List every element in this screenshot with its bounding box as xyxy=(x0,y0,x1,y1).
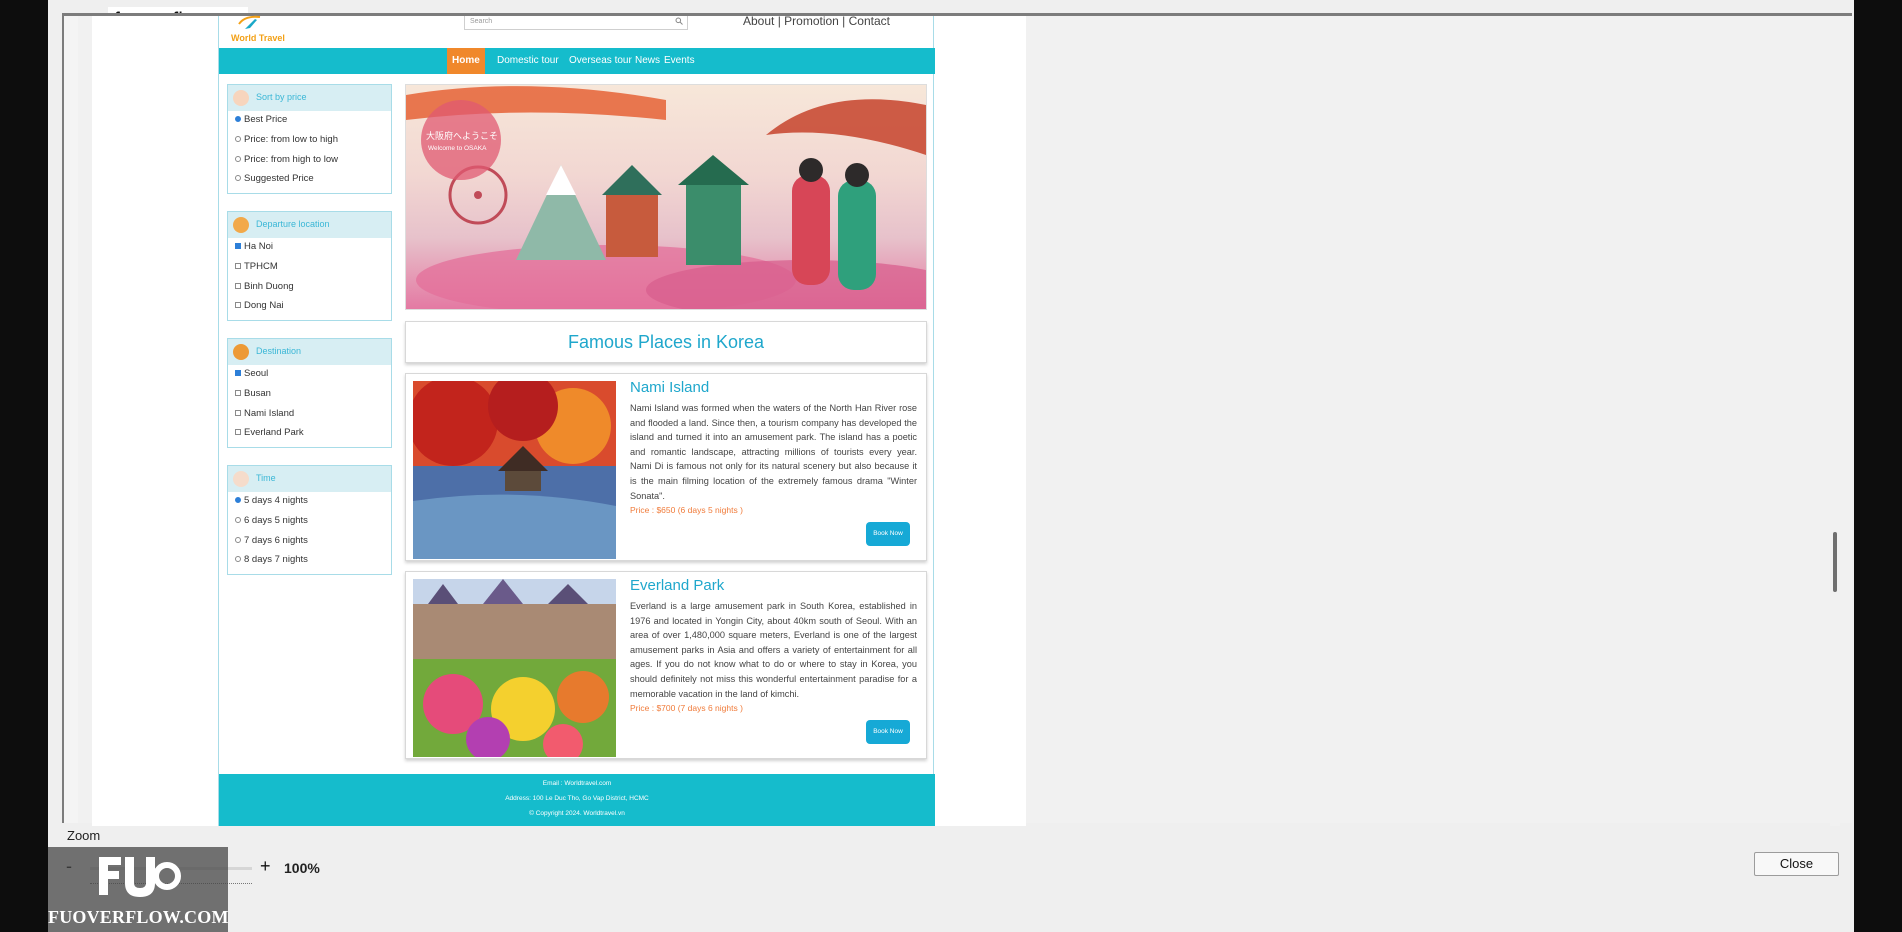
place-card-nami-island: Nami Island Nami Island was formed when … xyxy=(405,373,927,561)
book-now-button[interactable]: Book Now xyxy=(866,522,910,546)
filter-option[interactable]: 7 days 6 nights xyxy=(235,535,308,546)
close-button[interactable]: Close xyxy=(1754,852,1839,876)
filter-sort-by-price: Sort by price Best Price Price: from low… xyxy=(227,84,392,194)
zoom-value: 100% xyxy=(284,860,320,876)
filter-header: Sort by price xyxy=(228,85,391,111)
place-title[interactable]: Nami Island xyxy=(630,379,709,396)
filter-title: Departure location xyxy=(256,219,330,229)
main-nav: Home Domestic tour Overseas tour News Ev… xyxy=(219,48,935,74)
section-title: Famous Places in Korea xyxy=(405,321,927,363)
search-icon[interactable] xyxy=(675,17,683,25)
nav-events[interactable]: Events xyxy=(659,48,700,74)
filter-option[interactable]: Price: from low to high xyxy=(235,134,338,145)
site-logo-text[interactable]: World Travel xyxy=(231,33,285,43)
filter-option[interactable]: Price: from high to low xyxy=(235,154,338,165)
footer-email: Email : Worldtravel.com xyxy=(542,780,612,787)
watermark-text: FUOVERFLOW.COM xyxy=(48,907,229,927)
filter-option[interactable]: 6 days 5 nights xyxy=(235,515,308,526)
filter-option[interactable]: Dong Nai xyxy=(235,300,284,311)
nav-home[interactable]: Home xyxy=(447,48,485,74)
filter-title: Time xyxy=(256,473,276,483)
filter-option[interactable]: Nami Island xyxy=(235,408,294,419)
osaka-banner: 大阪府へようこそ Welcome to OSAKA xyxy=(405,84,927,310)
search-placeholder: Search xyxy=(470,18,493,25)
hourglass-icon xyxy=(233,471,249,487)
banner-sign-jp: 大阪府へようこそ xyxy=(426,131,499,141)
filter-option[interactable]: Seoul xyxy=(235,368,268,379)
everland-park-photo xyxy=(413,579,616,757)
filter-destination: Destination Seoul Busan Nami Island Ever… xyxy=(227,338,392,448)
place-price: Price : $700 (7 days 6 nights ) xyxy=(630,703,743,713)
filter-time: Time 5 days 4 nights 6 days 5 nights 7 d… xyxy=(227,465,392,575)
scrollbar-thumb[interactable] xyxy=(1833,532,1837,592)
zoom-bar: Zoom - + 100% FUOVERFLOW.COM Close xyxy=(48,826,1854,932)
destination-pin-icon xyxy=(233,344,249,360)
zoom-label: Zoom xyxy=(67,828,101,843)
filter-option[interactable]: Suggested Price xyxy=(235,173,314,184)
place-description: Everland is a large amusement park in So… xyxy=(630,601,917,699)
travel-site: World Travel Search About | Promotion | … xyxy=(218,14,935,826)
place-price: Price : $650 (6 days 5 nights ) xyxy=(630,505,743,515)
banner-illustration xyxy=(406,86,926,309)
nami-island-photo xyxy=(413,381,616,559)
site-header: World Travel Search About | Promotion | … xyxy=(219,14,935,46)
filter-header: Departure location xyxy=(228,212,391,238)
banner-sign-en: Welcome to OSAKA xyxy=(428,145,487,152)
filter-title: Sort by price xyxy=(256,92,307,102)
site-search-input[interactable]: Search xyxy=(464,16,688,30)
filter-option[interactable]: Ha Noi xyxy=(235,241,273,252)
page-gutter xyxy=(92,16,234,826)
preview-page: World Travel Search About | Promotion | … xyxy=(92,14,1026,826)
preview-left-strip xyxy=(64,16,78,823)
nav-overseas-tour[interactable]: Overseas tour xyxy=(564,48,637,74)
footer-copyright: © Copyright 2024. Worldtravel.vn xyxy=(529,810,625,817)
zoom-in-button[interactable]: + xyxy=(260,856,271,877)
filter-option[interactable]: Everland Park xyxy=(235,427,304,438)
preview-area: World Travel Search About | Promotion | … xyxy=(62,13,1852,826)
place-description: Nami Island was formed when the waters o… xyxy=(630,403,917,501)
filter-option[interactable]: Best Price xyxy=(235,114,287,125)
filter-header: Destination xyxy=(228,339,391,365)
site-footer: Email : Worldtravel.com Address: 100 Le … xyxy=(219,774,935,826)
nav-domestic-tour[interactable]: Domestic tour xyxy=(492,48,564,74)
place-card-everland-park: Everland Park Everland is a large amusem… xyxy=(405,571,927,759)
airplane-logo-icon xyxy=(238,15,261,29)
preview-vertical-scrollbar[interactable] xyxy=(1830,16,1840,826)
filter-option[interactable]: TPHCM xyxy=(235,261,278,272)
filter-title: Destination xyxy=(256,346,302,356)
filter-option[interactable]: 8 days 7 nights xyxy=(235,554,308,565)
place-title[interactable]: Everland Park xyxy=(630,577,724,594)
watermark: FUOVERFLOW.COM xyxy=(48,847,228,932)
location-pin-icon xyxy=(233,217,249,233)
filter-option[interactable]: 5 days 4 nights xyxy=(235,495,308,506)
top-links[interactable]: About | Promotion | Contact xyxy=(743,14,890,28)
filter-option[interactable]: Binh Duong xyxy=(235,281,294,292)
filter-header: Time xyxy=(228,466,391,492)
watermark-logo-icon xyxy=(99,857,181,897)
filter-option[interactable]: Busan xyxy=(235,388,271,399)
book-now-button[interactable]: Book Now xyxy=(866,720,910,744)
price-tag-icon xyxy=(233,90,249,106)
filter-departure-location: Departure location Ha Noi TPHCM Binh Duo… xyxy=(227,211,392,321)
footer-address: Address: 100 Le Duc Tho, Go Vap District… xyxy=(505,795,649,802)
preview-dialog: fuoverflow World Travel Search xyxy=(48,0,1854,932)
